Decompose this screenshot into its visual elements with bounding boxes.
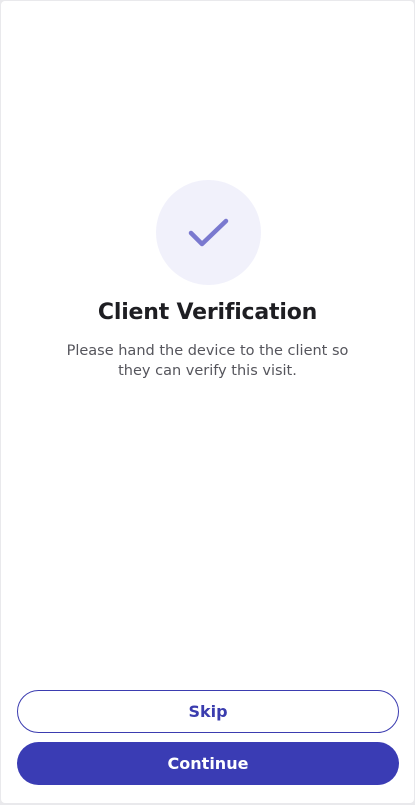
success-badge	[156, 180, 261, 285]
continue-button[interactable]: Continue	[17, 742, 399, 785]
instruction-text: Please hand the device to the client so …	[66, 343, 349, 379]
skip-button[interactable]: Skip	[17, 690, 399, 733]
page-title: Client Verification	[97, 300, 318, 325]
checkmark-icon	[188, 218, 228, 246]
client-verification-screen: Client Verification Please hand the devi…	[1, 1, 414, 803]
